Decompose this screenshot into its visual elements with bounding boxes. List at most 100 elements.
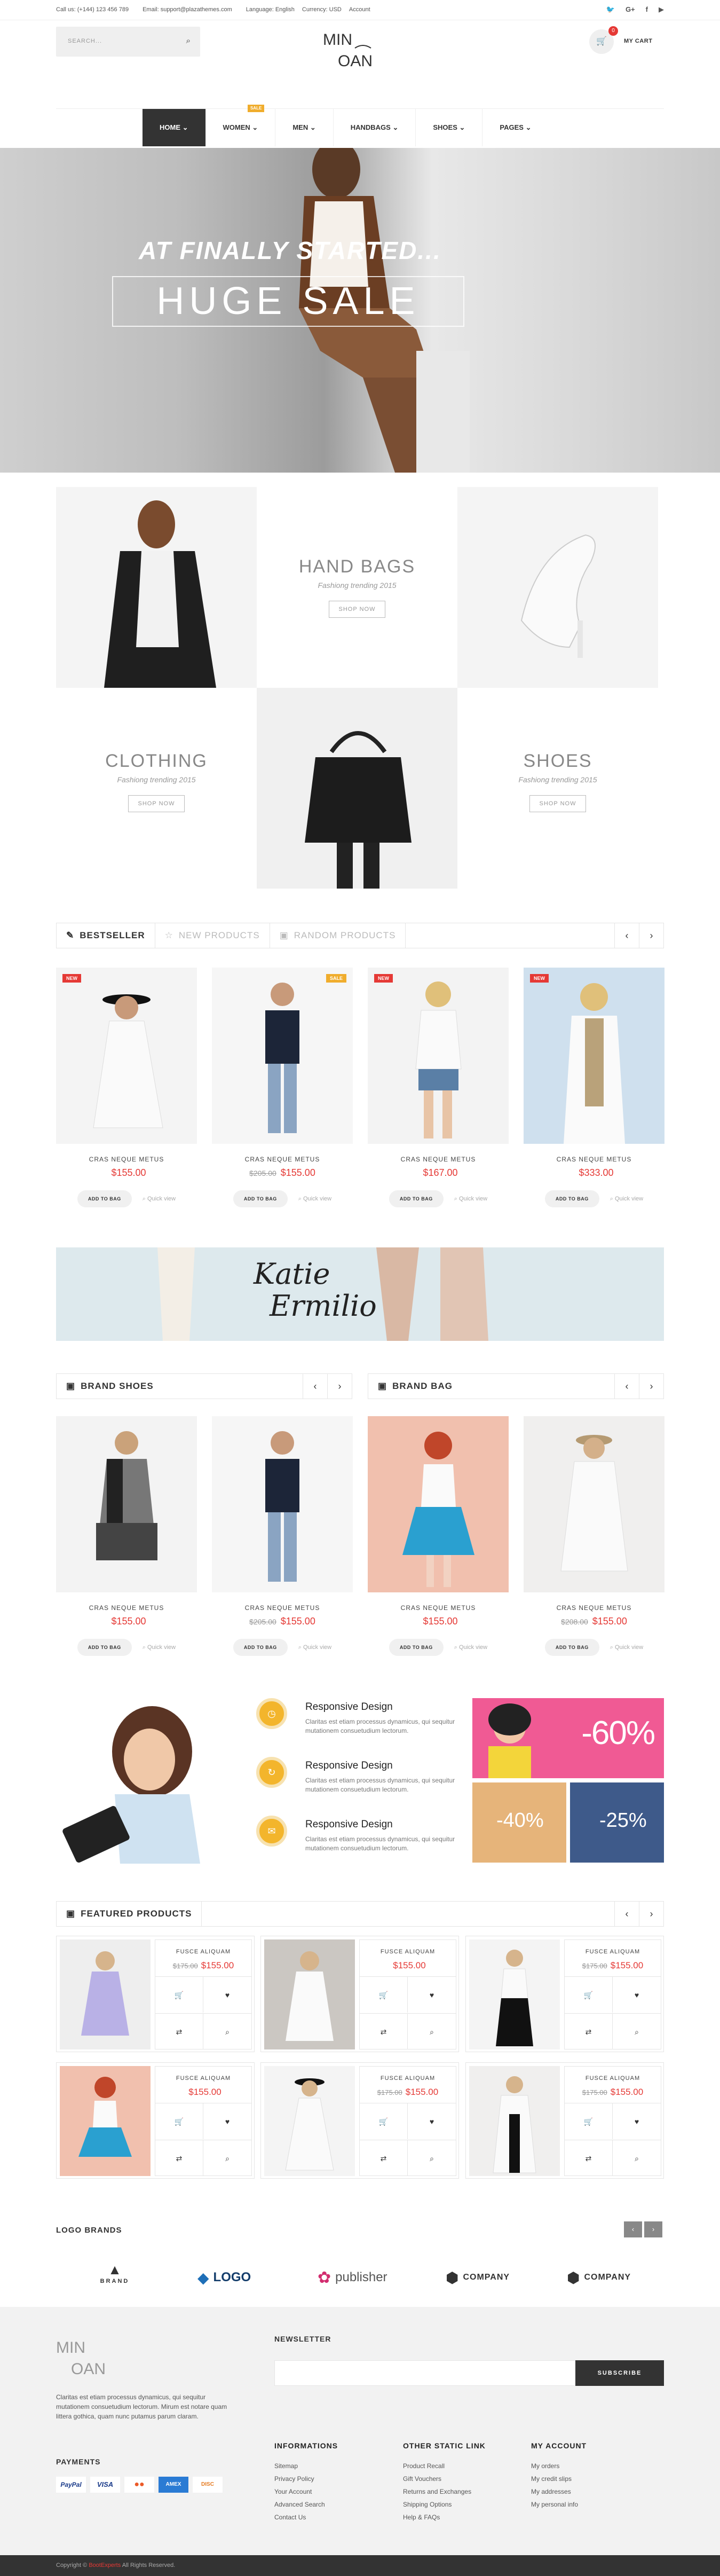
facebook-icon[interactable]: f bbox=[646, 5, 648, 14]
footer-link[interactable]: Shipping Options bbox=[403, 2498, 486, 2511]
add-to-bag-button[interactable]: ADD TO BAG bbox=[77, 1190, 132, 1207]
heart-icon[interactable]: ♥ bbox=[408, 2103, 456, 2139]
add-to-bag-button[interactable]: ADD TO BAG bbox=[389, 1639, 444, 1656]
add-to-bag-button[interactable]: ADD TO BAG bbox=[544, 1639, 599, 1656]
next-arrow-icon[interactable]: › bbox=[639, 1902, 663, 1926]
product-card[interactable]: CRAS NEQUE METUS $208.00 $155.00 ADD TO B… bbox=[524, 1416, 664, 1656]
compare-icon[interactable]: ⇄ bbox=[155, 2140, 203, 2176]
product-image[interactable] bbox=[264, 2066, 355, 2176]
quick-view-link[interactable]: ⌕ Quick view bbox=[143, 1644, 176, 1651]
product-name[interactable]: FUSCE ALIQUAM bbox=[360, 2075, 456, 2082]
compare-icon[interactable]: ⇄ bbox=[155, 2013, 203, 2049]
cart-icon[interactable]: 🛒 bbox=[360, 1976, 408, 2013]
product-name[interactable]: CRAS NEQUE METUS bbox=[212, 1156, 353, 1163]
add-to-bag-button[interactable]: ADD TO BAG bbox=[233, 1190, 288, 1207]
featured-product[interactable]: FUSCE ALIQUAM $155.00 🛒 ♥ ⇄ ⌕ bbox=[56, 2062, 255, 2179]
hero-banner[interactable]: AT FINALLY STARTED... HUGE SALE bbox=[0, 148, 720, 473]
cart-icon[interactable]: 🛒 bbox=[565, 1976, 613, 2013]
brand-logo[interactable]: ◆ LOGO bbox=[197, 2264, 278, 2291]
brand-logo[interactable]: ▲ BRAND bbox=[85, 2261, 144, 2294]
heart-icon[interactable]: ♥ bbox=[408, 1976, 456, 2013]
search-icon[interactable]: ⌕ bbox=[613, 2013, 661, 2049]
promo-banner[interactable]: Katie Ermilio bbox=[56, 1247, 664, 1341]
cart-button[interactable]: 🛒 0 MY CART bbox=[589, 26, 664, 56]
next-arrow-icon[interactable]: › bbox=[327, 1374, 352, 1399]
product-image[interactable] bbox=[264, 1939, 355, 2049]
product-image[interactable]: SALE bbox=[212, 968, 353, 1144]
tab-random-products[interactable]: ▣ RANDOM PRODUCTS bbox=[270, 923, 406, 948]
brand-logo[interactable]: ⬢ COMPANY bbox=[567, 2265, 658, 2290]
category-shoes[interactable]: SHOES Fashiong trending 2015 SHOP NOW bbox=[457, 688, 658, 889]
footer-link[interactable]: Privacy Policy bbox=[274, 2472, 338, 2485]
cart-icon[interactable]: 🛒 bbox=[155, 1976, 203, 2013]
product-card[interactable]: CRAS NEQUE METUS $155.00 ADD TO BAG ⌕ Qui… bbox=[56, 1416, 197, 1656]
footer-link[interactable]: Product Recall bbox=[403, 2460, 486, 2472]
product-image[interactable] bbox=[60, 2066, 151, 2176]
youtube-icon[interactable]: ▶ bbox=[659, 5, 664, 14]
featured-product[interactable]: FUSCE ALIQUAM $175.00 $155.00 🛒 ♥ ⇄ ⌕ bbox=[465, 2062, 664, 2179]
nav-women[interactable]: SALE WOMEN ⌄ bbox=[206, 105, 276, 146]
shop-now-button[interactable]: SHOP NOW bbox=[128, 795, 185, 812]
next-arrow-icon[interactable]: › bbox=[644, 2221, 662, 2237]
quick-view-link[interactable]: ⌕ Quick view bbox=[143, 1196, 176, 1203]
product-card[interactable]: CRAS NEQUE METUS $155.00 ADD TO BAG ⌕ Qui… bbox=[368, 1416, 509, 1656]
prev-arrow-icon[interactable]: ‹ bbox=[614, 1374, 639, 1399]
product-card[interactable]: NEW CRAS NEQUE METUS $167.00 ADD TO BAG ⌕… bbox=[368, 968, 509, 1207]
cart-icon[interactable]: 🛒 bbox=[360, 2103, 408, 2139]
category-handbags[interactable]: HAND BAGS Fashiong trending 2015 SHOP NO… bbox=[257, 487, 457, 688]
product-image[interactable] bbox=[212, 1416, 353, 1592]
product-image[interactable] bbox=[368, 1416, 509, 1592]
product-image[interactable] bbox=[56, 1416, 197, 1592]
nav-handbags[interactable]: HANDBAGS ⌄ bbox=[334, 109, 416, 146]
product-card[interactable]: CRAS NEQUE METUS $205.00 $155.00 ADD TO B… bbox=[212, 1416, 353, 1656]
category-image-shoe[interactable] bbox=[457, 487, 658, 688]
language-select[interactable]: Language: English bbox=[246, 6, 295, 13]
category-image-model[interactable] bbox=[56, 487, 257, 688]
add-to-bag-button[interactable]: ADD TO BAG bbox=[389, 1190, 444, 1207]
footer-link[interactable]: Contact Us bbox=[274, 2511, 338, 2524]
site-logo[interactable]: MIN OAN bbox=[323, 27, 398, 70]
product-name[interactable]: CRAS NEQUE METUS bbox=[368, 1604, 509, 1612]
product-image[interactable]: NEW bbox=[524, 968, 664, 1144]
heart-icon[interactable]: ♥ bbox=[613, 2103, 661, 2139]
footer-link[interactable]: Gift Vouchers bbox=[403, 2472, 486, 2485]
next-arrow-icon[interactable]: › bbox=[639, 923, 663, 948]
add-to-bag-button[interactable]: ADD TO BAG bbox=[77, 1639, 132, 1656]
add-to-bag-button[interactable]: ADD TO BAG bbox=[233, 1639, 288, 1656]
newsletter-input[interactable] bbox=[274, 2360, 576, 2386]
product-card[interactable]: SALE CRAS NEQUE METUS $205.00 $155.00 ADD… bbox=[212, 968, 353, 1207]
product-image[interactable] bbox=[469, 2066, 560, 2176]
category-clothing[interactable]: CLOTHING Fashiong trending 2015 SHOP NOW bbox=[56, 688, 257, 889]
footer-link[interactable]: Your Account bbox=[274, 2485, 338, 2498]
product-image[interactable] bbox=[469, 1939, 560, 2049]
add-to-bag-button[interactable]: ADD TO BAG bbox=[544, 1190, 599, 1207]
shop-now-button[interactable]: SHOP NOW bbox=[529, 795, 586, 812]
product-card[interactable]: NEW CRAS NEQUE METUS $333.00 ADD TO BAG ⌕… bbox=[524, 968, 664, 1207]
footer-link[interactable]: My credit slips bbox=[531, 2472, 587, 2485]
search-icon[interactable]: ⌕ bbox=[408, 2013, 456, 2049]
footer-logo[interactable]: MIN OAN bbox=[56, 2335, 131, 2378]
heart-icon[interactable]: ♥ bbox=[613, 1976, 661, 2013]
compare-icon[interactable]: ⇄ bbox=[360, 2140, 408, 2176]
search-input[interactable]: SEARCH... ⌕ bbox=[56, 27, 200, 57]
compare-icon[interactable]: ⇄ bbox=[360, 2013, 408, 2049]
promo-tile-40[interactable]: -40% bbox=[472, 1782, 566, 1863]
heart-icon[interactable]: ♥ bbox=[203, 1976, 251, 2013]
quick-view-link[interactable]: ⌕ Quick view bbox=[298, 1644, 331, 1651]
footer-link[interactable]: My orders bbox=[531, 2460, 587, 2472]
copyright-brand-link[interactable]: BootExperts bbox=[89, 2562, 121, 2569]
promo-tile-25[interactable]: -25% bbox=[570, 1782, 664, 1863]
cart-icon[interactable]: 🛒 bbox=[155, 2103, 203, 2139]
product-image[interactable] bbox=[524, 1416, 664, 1592]
nav-men[interactable]: MEN ⌄ bbox=[275, 109, 334, 146]
product-name[interactable]: FUSCE ALIQUAM bbox=[360, 1949, 456, 1955]
google-plus-icon[interactable]: G+ bbox=[626, 5, 635, 14]
nav-home[interactable]: HOME ⌄ bbox=[143, 109, 206, 146]
shop-now-button[interactable]: SHOP NOW bbox=[329, 601, 385, 618]
heart-icon[interactable]: ♥ bbox=[203, 2103, 251, 2139]
product-name[interactable]: CRAS NEQUE METUS bbox=[56, 1156, 197, 1163]
product-name[interactable]: CRAS NEQUE METUS bbox=[56, 1604, 197, 1612]
cart-icon[interactable]: 🛒 bbox=[565, 2103, 613, 2139]
featured-product[interactable]: FUSCE ALIQUAM $175.00 $155.00 🛒 ♥ ⇄ ⌕ bbox=[465, 1936, 664, 2052]
footer-link[interactable]: Sitemap bbox=[274, 2460, 338, 2472]
